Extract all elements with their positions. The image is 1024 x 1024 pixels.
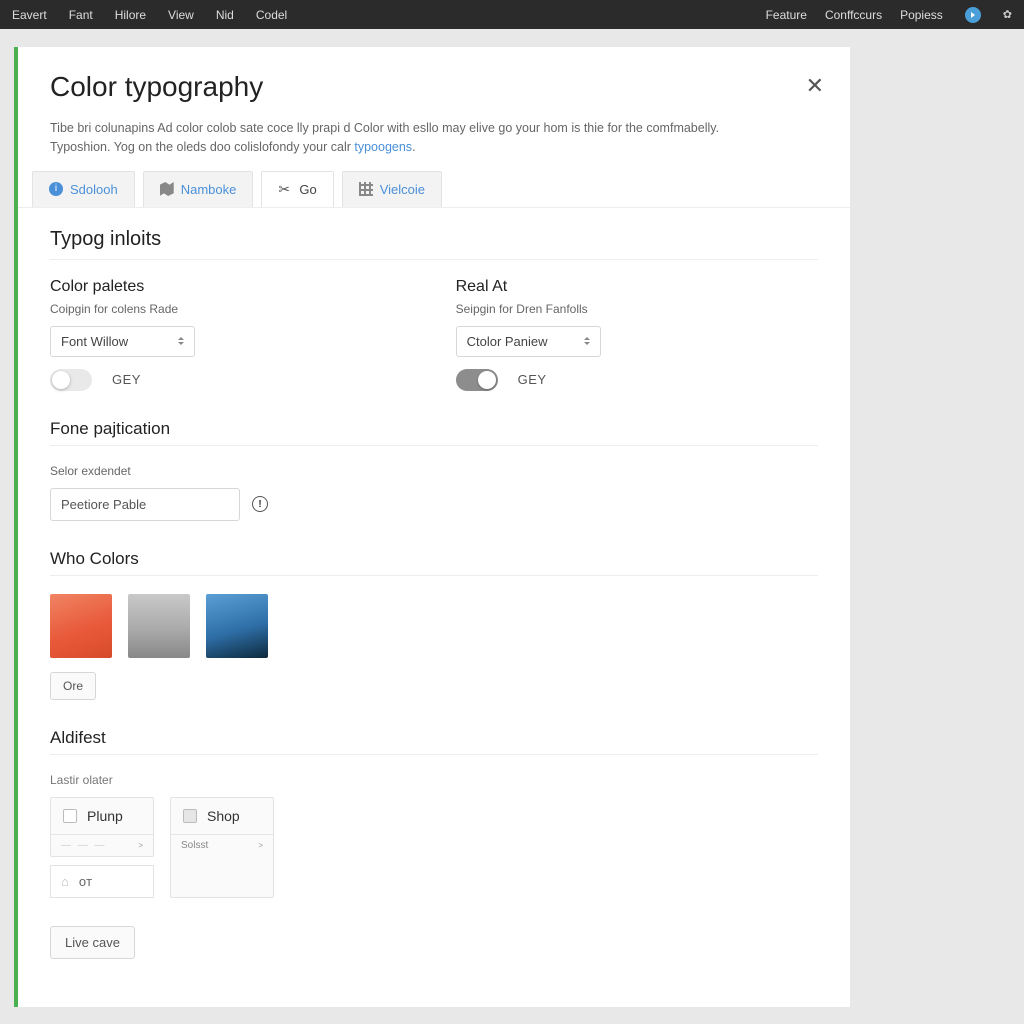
select-font-willow[interactable]: Font Willow	[50, 326, 195, 357]
typography-link[interactable]: typoogens	[354, 140, 412, 154]
home-icon: ⌂	[61, 874, 69, 889]
menu-nid[interactable]: Nid	[216, 8, 234, 22]
card-shop[interactable]: Shop Solsst >	[170, 797, 274, 898]
menu-hilore[interactable]: Hilore	[115, 8, 146, 22]
col-real-at: Real At Seipgin for Dren Fanfolls Ctolor…	[456, 278, 802, 391]
tab-vielcoie[interactable]: Vielcoie	[342, 171, 442, 207]
section-who-colors: Who Colors Ore	[50, 549, 818, 700]
topbar-right: Feature Conffccurs Popiess ✿	[766, 7, 1012, 23]
tab-sdolooh[interactable]: i Sdolooh	[32, 171, 135, 207]
section-heading-who-colors: Who Colors	[50, 549, 818, 569]
card-label: Plunp	[87, 808, 123, 824]
menu-popiess[interactable]: Popiess	[900, 8, 943, 22]
toggle-label-left: GEY	[112, 372, 141, 387]
card-foot: — — —	[61, 840, 107, 851]
settings-panel: Color typography ✕ Tibe bri colunapins A…	[14, 47, 850, 1007]
orange-swatch[interactable]	[50, 594, 112, 658]
section-aldifest: Aldifest Lastir olater Plunp — — — >	[50, 728, 818, 898]
avatar[interactable]	[965, 7, 981, 23]
toggle-gey-right[interactable]	[456, 369, 498, 391]
section-heading-typog: Typog inloits	[50, 228, 818, 251]
menu-view[interactable]: View	[168, 8, 194, 22]
grid-icon	[359, 182, 373, 196]
menu-feature[interactable]: Feature	[766, 8, 807, 22]
tab-go[interactable]: ✂ Go	[261, 171, 333, 207]
tab-namboke[interactable]: Namboke	[143, 171, 254, 207]
live-cave-button[interactable]: Live cave	[50, 926, 135, 959]
card-foot: Solsst	[181, 840, 208, 851]
close-icon[interactable]: ✕	[806, 73, 824, 99]
card-or[interactable]: ⌂ oт	[50, 865, 154, 898]
section-fone: Fone pajtication Selor exdendet !	[50, 419, 818, 521]
gray-swatch[interactable]	[128, 594, 190, 658]
peetiore-input[interactable]	[50, 488, 240, 521]
menu-eavert[interactable]: Eavert	[12, 8, 47, 22]
gear-icon[interactable]: ✿	[1003, 8, 1012, 21]
divider	[50, 575, 818, 576]
select-color-paniew[interactable]: Ctolor Paniew	[456, 326, 601, 357]
footer-actions: Live cave	[50, 926, 818, 959]
section-heading-fone: Fone pajtication	[50, 419, 818, 439]
map-icon	[160, 182, 174, 196]
divider	[50, 259, 818, 260]
menu-codel[interactable]: Codel	[256, 8, 287, 22]
toggle-gey-left[interactable]	[50, 369, 92, 391]
info-icon[interactable]: !	[252, 496, 268, 512]
page-title: Color typography	[50, 71, 818, 103]
swatch-row	[50, 594, 818, 658]
panel-content: Typog inloits Color paletes Coipgin for …	[18, 208, 850, 979]
sub-desc-fone: Selor exdendet	[50, 464, 818, 478]
divider	[50, 754, 818, 755]
sub-desc-aldifest: Lastir olater	[50, 773, 818, 787]
col-color-paletes: Color paletes Coipgin for colens Rade Fo…	[50, 278, 396, 391]
sub-desc-right: Seipgin for Dren Fanfolls	[456, 302, 802, 316]
section-heading-aldifest: Aldifest	[50, 728, 818, 748]
sub-heading-real-at: Real At	[456, 278, 802, 296]
card-plunp[interactable]: Plunp — — — >	[50, 797, 154, 857]
topbar-left: Eavert Fant Hilore View Nid Codel	[12, 8, 287, 22]
sub-desc-left: Coipgin for colens Rade	[50, 302, 396, 316]
panel-description: Tibe bri colunapins Ad color colob sate …	[18, 113, 798, 171]
checkbox-icon[interactable]	[183, 809, 197, 823]
chevron-right-icon: >	[138, 841, 143, 850]
or-label: oт	[79, 874, 92, 889]
cut-icon: ✂	[278, 182, 292, 196]
card-label: Shop	[207, 808, 240, 824]
menu-fant[interactable]: Fant	[69, 8, 93, 22]
menu-conffccurs[interactable]: Conffccurs	[825, 8, 882, 22]
card-row: Plunp — — — > ⌂ oт	[50, 797, 818, 898]
toggle-label-right: GEY	[518, 372, 547, 387]
tab-bar: i Sdolooh Namboke ✂ Go Vielcoie	[18, 171, 850, 208]
info-icon: i	[49, 182, 63, 196]
two-column-row: Color paletes Coipgin for colens Rade Fo…	[50, 278, 818, 391]
topbar: Eavert Fant Hilore View Nid Codel Featur…	[0, 0, 1024, 29]
panel-header: Color typography ✕	[18, 47, 850, 113]
chevron-updown-icon	[178, 337, 184, 345]
checkbox-icon[interactable]	[63, 809, 77, 823]
chevron-updown-icon	[584, 337, 590, 345]
chevron-right-icon: >	[258, 841, 263, 850]
blue-swatch[interactable]	[206, 594, 268, 658]
divider	[50, 445, 818, 446]
sub-heading-color-paletes: Color paletes	[50, 278, 396, 296]
ore-button[interactable]: Ore	[50, 672, 96, 700]
